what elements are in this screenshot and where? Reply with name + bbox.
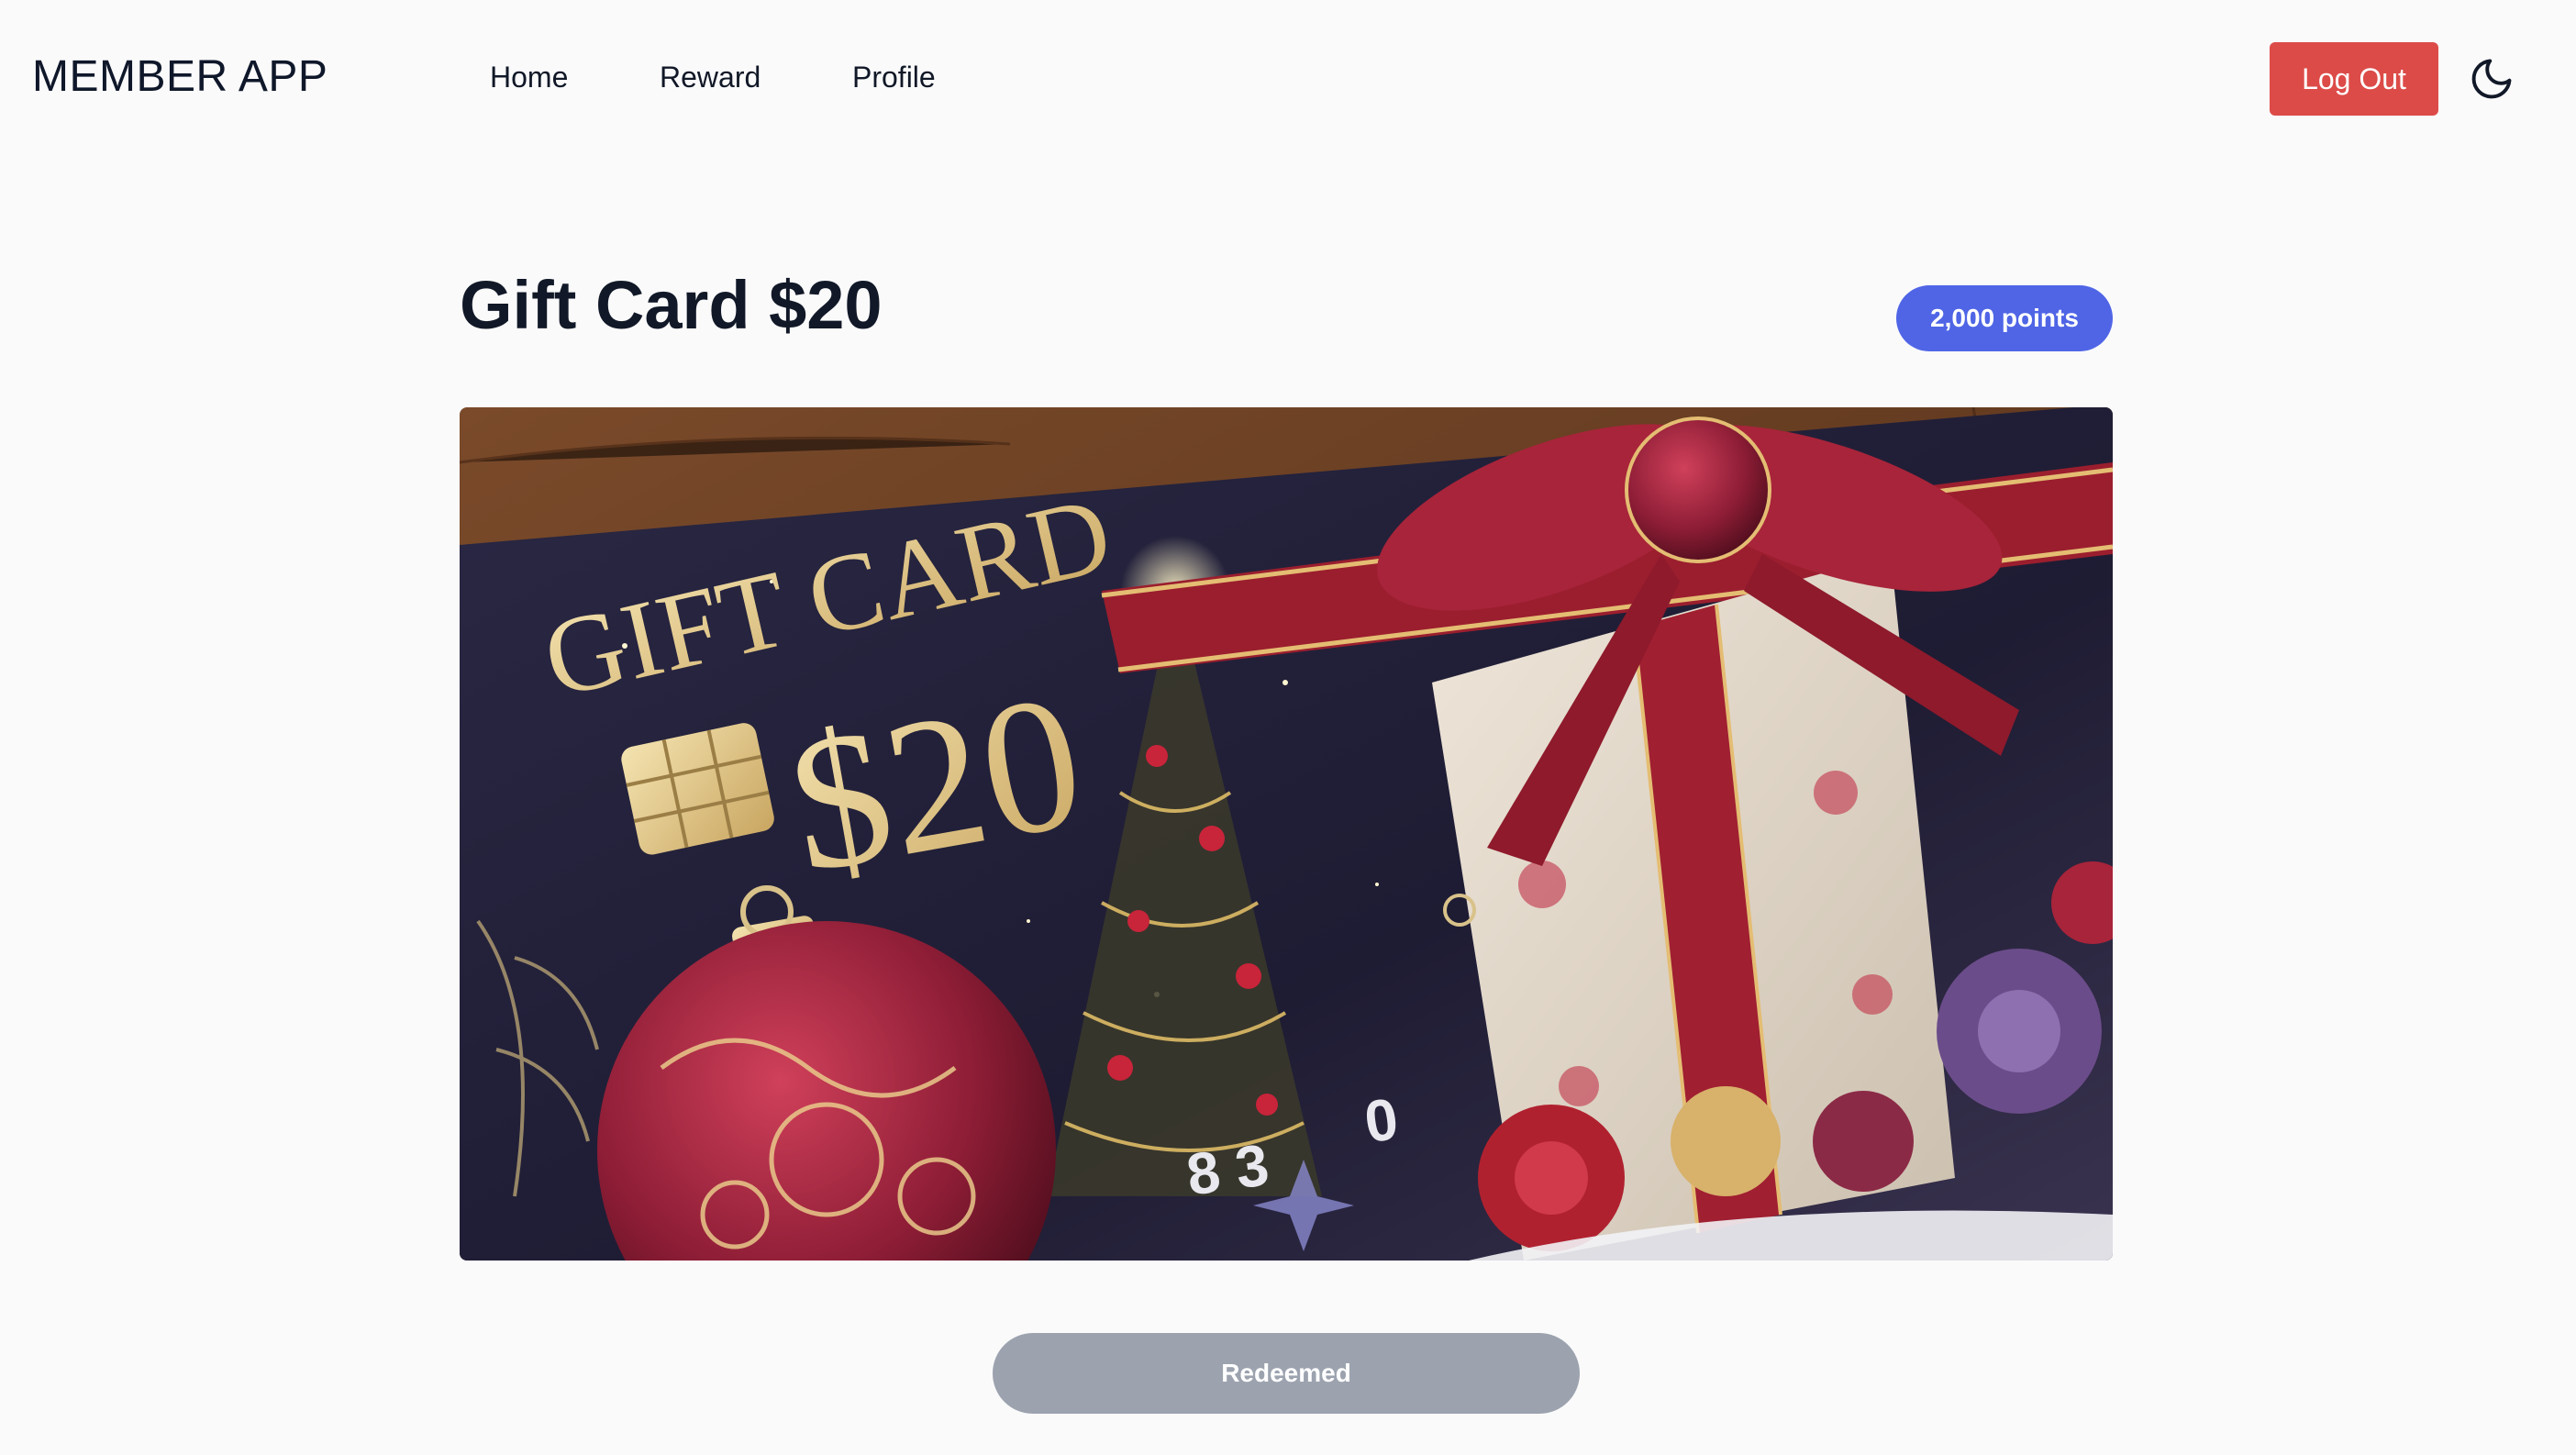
gift-card-image: GIFT CARD $20 8 3 0 (460, 407, 2113, 1261)
svg-text:8 3: 8 3 (1183, 1131, 1272, 1208)
redeemed-button[interactable]: Redeemed (993, 1333, 1580, 1414)
app-brand[interactable]: MEMBER APP (32, 51, 328, 102)
top-navbar: MEMBER APP Home Reward Profile Log Out (0, 0, 2576, 158)
points-badge: 2,000 points (1896, 285, 2113, 351)
nav-home-link[interactable]: Home (490, 61, 568, 94)
moon-icon (2471, 59, 2512, 99)
page-title: Gift Card $20 (460, 267, 883, 343)
logout-button[interactable]: Log Out (2270, 42, 2438, 116)
nav-profile-link[interactable]: Profile (852, 61, 936, 94)
nav-reward-link[interactable]: Reward (660, 61, 761, 94)
theme-toggle-button[interactable] (2466, 53, 2517, 105)
